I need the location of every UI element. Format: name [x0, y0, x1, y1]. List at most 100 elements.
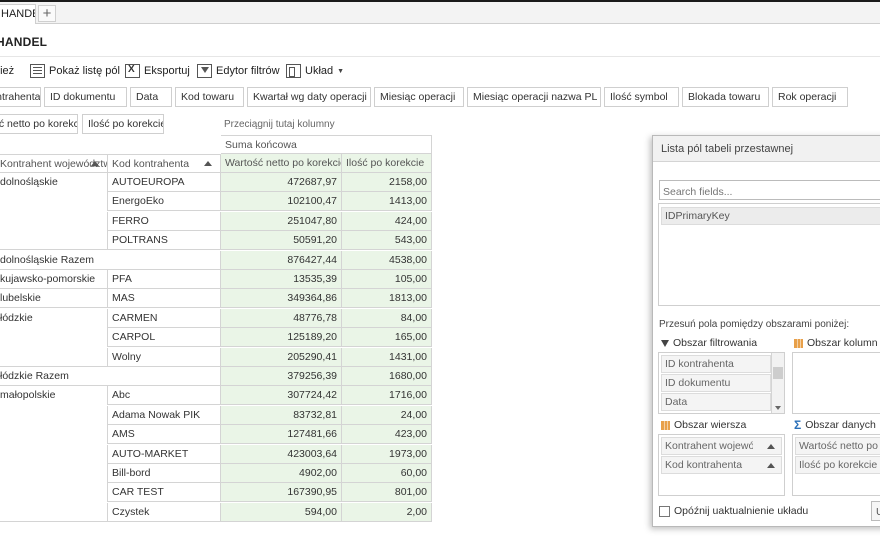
row-net-value-cell: 48776,78: [221, 308, 342, 328]
refresh-label: Odśwież: [0, 65, 15, 77]
row-qty-cell: 543,00: [342, 231, 432, 251]
filter-field-chip[interactable]: Blokada towaru: [682, 87, 769, 107]
row-area-item-label: Kontrahent województwo: [665, 440, 753, 452]
value-header-net: Wartość netto po korekcie: [221, 154, 342, 173]
row-code-cell: Bill-bord: [108, 464, 221, 483]
search-fields-input[interactable]: [659, 180, 880, 200]
data-area-item[interactable]: Ilość po korekcie: [795, 456, 880, 474]
row-qty-cell: 423,00: [342, 425, 432, 445]
sort-arrow-icon: [204, 161, 212, 166]
column-drop-hint: Przeciągnij tutaj kolumny: [224, 119, 335, 130]
row-qty-cell: 2,00: [342, 502, 432, 522]
scroll-down-icon[interactable]: [775, 406, 781, 410]
data-area-item[interactable]: Wartość netto po korekcie: [795, 437, 880, 455]
row-net-value-cell: 50591,20: [221, 231, 342, 251]
row-qty-cell: 801,00: [342, 483, 432, 503]
filter-field-chip[interactable]: Miesiąc operacji nazwa PL: [467, 87, 601, 107]
scroll-thumb[interactable]: [773, 367, 783, 379]
row-region-cell: [0, 464, 108, 483]
row-net-value-cell: 349364,86: [221, 289, 342, 309]
row-qty-cell: 165,00: [342, 328, 432, 348]
sort-arrow-icon: [91, 161, 99, 166]
row-net-value-cell: 594,00: [221, 502, 342, 522]
funnel-icon: [661, 339, 669, 347]
row-code-cell: AMS: [108, 425, 221, 445]
row-net-value-cell: 4902,00: [221, 464, 342, 483]
row-net-value-cell: 125189,20: [221, 328, 342, 348]
filter-field-chip[interactable]: Ilość symbol: [604, 87, 679, 107]
row-region-cell: [0, 502, 108, 522]
filter-editor-button[interactable]: Edytor filtrów: [197, 62, 280, 80]
export-label: Eksportuj: [144, 65, 190, 77]
row-net-value-cell: 307724,42: [221, 386, 342, 406]
row-code-cell: Czystek: [108, 502, 221, 522]
filter-area-box: ID kontrahenta ID dokumentu Data: [658, 352, 785, 414]
row-net-value-cell: 127481,66: [221, 425, 342, 445]
show-field-list-button[interactable]: Pokaż listę pól: [30, 62, 120, 80]
filter-field-chip[interactable]: Data: [130, 87, 172, 107]
row-area-item[interactable]: Kod kontrahenta: [661, 456, 782, 474]
filter-field-chip[interactable]: Nazwa kontrahenta: [0, 87, 41, 107]
data-header-area: Wartość netto po korekcie Ilość po korek…: [0, 114, 880, 136]
row-region-cell: [0, 328, 108, 348]
row-header-code-label: Kod kontrahenta: [112, 158, 190, 170]
layout-icon: [286, 64, 301, 78]
tab-handel[interactable]: HANDEL: [0, 4, 36, 24]
defer-update-checkbox[interactable]: [659, 506, 670, 517]
add-tab-plus-icon[interactable]: +: [38, 5, 56, 22]
row-code-cell: MAS: [108, 289, 221, 309]
data-area-box: Wartość netto po korekcie Ilość po korek…: [792, 434, 880, 496]
sort-arrow-icon: [767, 444, 775, 449]
filter-field-chip[interactable]: Kwartał wg daty operacji: [247, 87, 371, 107]
row-net-value-cell: 83732,81: [221, 405, 342, 425]
row-net-value-cell: 876427,44: [221, 250, 342, 270]
field-list-icon: [30, 64, 45, 78]
row-code-cell: CAR TEST: [108, 483, 221, 503]
row-region-cell: [0, 347, 108, 367]
row-code-cell: Adama Nowak PIK: [108, 405, 221, 425]
row-header-code[interactable]: Kod kontrahenta: [108, 154, 221, 173]
filter-field-chip[interactable]: Rok operacji: [772, 87, 848, 107]
data-field-chip[interactable]: Wartość netto po korekcie: [0, 114, 78, 134]
filter-area-label-text: Obszar filtrowania: [673, 337, 758, 349]
field-list-title: Lista pól tabeli przestawnej: [653, 136, 880, 162]
refresh-button[interactable]: Odśwież: [0, 62, 14, 80]
row-net-value-cell: 102100,47: [221, 192, 342, 212]
filter-area-item[interactable]: ID kontrahenta: [661, 355, 771, 373]
row-code-cell: EnergoEko: [108, 192, 221, 212]
row-area-box: Kontrahent województwo Kod kontrahenta: [658, 434, 785, 496]
row-region-cell: [0, 425, 108, 445]
filter-field-chip[interactable]: Kod towaru: [175, 87, 244, 107]
row-net-value-cell: 423003,64: [221, 444, 342, 464]
grand-total-header: Suma końcowa: [221, 135, 432, 154]
export-button[interactable]: Eksportuj: [125, 62, 190, 80]
filter-field-chip[interactable]: Miesiąc operacji: [374, 87, 464, 107]
data-area-label-text: Obszar danych: [805, 419, 876, 431]
filter-area-item[interactable]: ID dokumentu: [661, 374, 771, 392]
row-code-cell: AUTOEUROPA: [108, 173, 221, 192]
filter-field-chip[interactable]: ID dokumentu: [44, 87, 127, 107]
page-title: HANDEL: [0, 35, 48, 49]
row-area-item[interactable]: Kontrahent województwo: [661, 437, 782, 455]
filter-area-scrollbar[interactable]: [771, 353, 784, 413]
row-net-value-cell: 205290,41: [221, 347, 342, 367]
update-button[interactable]: Uaktualnij: [871, 501, 880, 521]
row-region-cell: łódzkie: [0, 308, 108, 328]
excel-icon: [125, 64, 140, 78]
row-qty-cell: 4538,00: [342, 250, 432, 270]
move-fields-hint: Przesuń pola pomiędzy obszarami poniżej:: [659, 319, 850, 330]
row-code-cell: CARMEN: [108, 308, 221, 328]
layout-button[interactable]: Układ ▼: [286, 62, 344, 80]
data-field-chip[interactable]: Ilość po korekcie: [82, 114, 164, 134]
available-field[interactable]: IDPrimaryKey: [661, 207, 880, 225]
filter-area-item[interactable]: Data: [661, 393, 771, 411]
filter-editor-label: Edytor filtrów: [216, 65, 280, 77]
row-qty-cell: 1431,00: [342, 347, 432, 367]
available-fields-list: IDPrimaryKey: [658, 203, 880, 306]
row-qty-cell: 2158,00: [342, 173, 432, 192]
row-qty-cell: 1973,00: [342, 444, 432, 464]
row-code-cell: CARPOL: [108, 328, 221, 348]
row-header-region[interactable]: Kontrahent województwo: [0, 154, 108, 173]
row-region-cell: [0, 483, 108, 503]
row-qty-cell: 1813,00: [342, 289, 432, 309]
